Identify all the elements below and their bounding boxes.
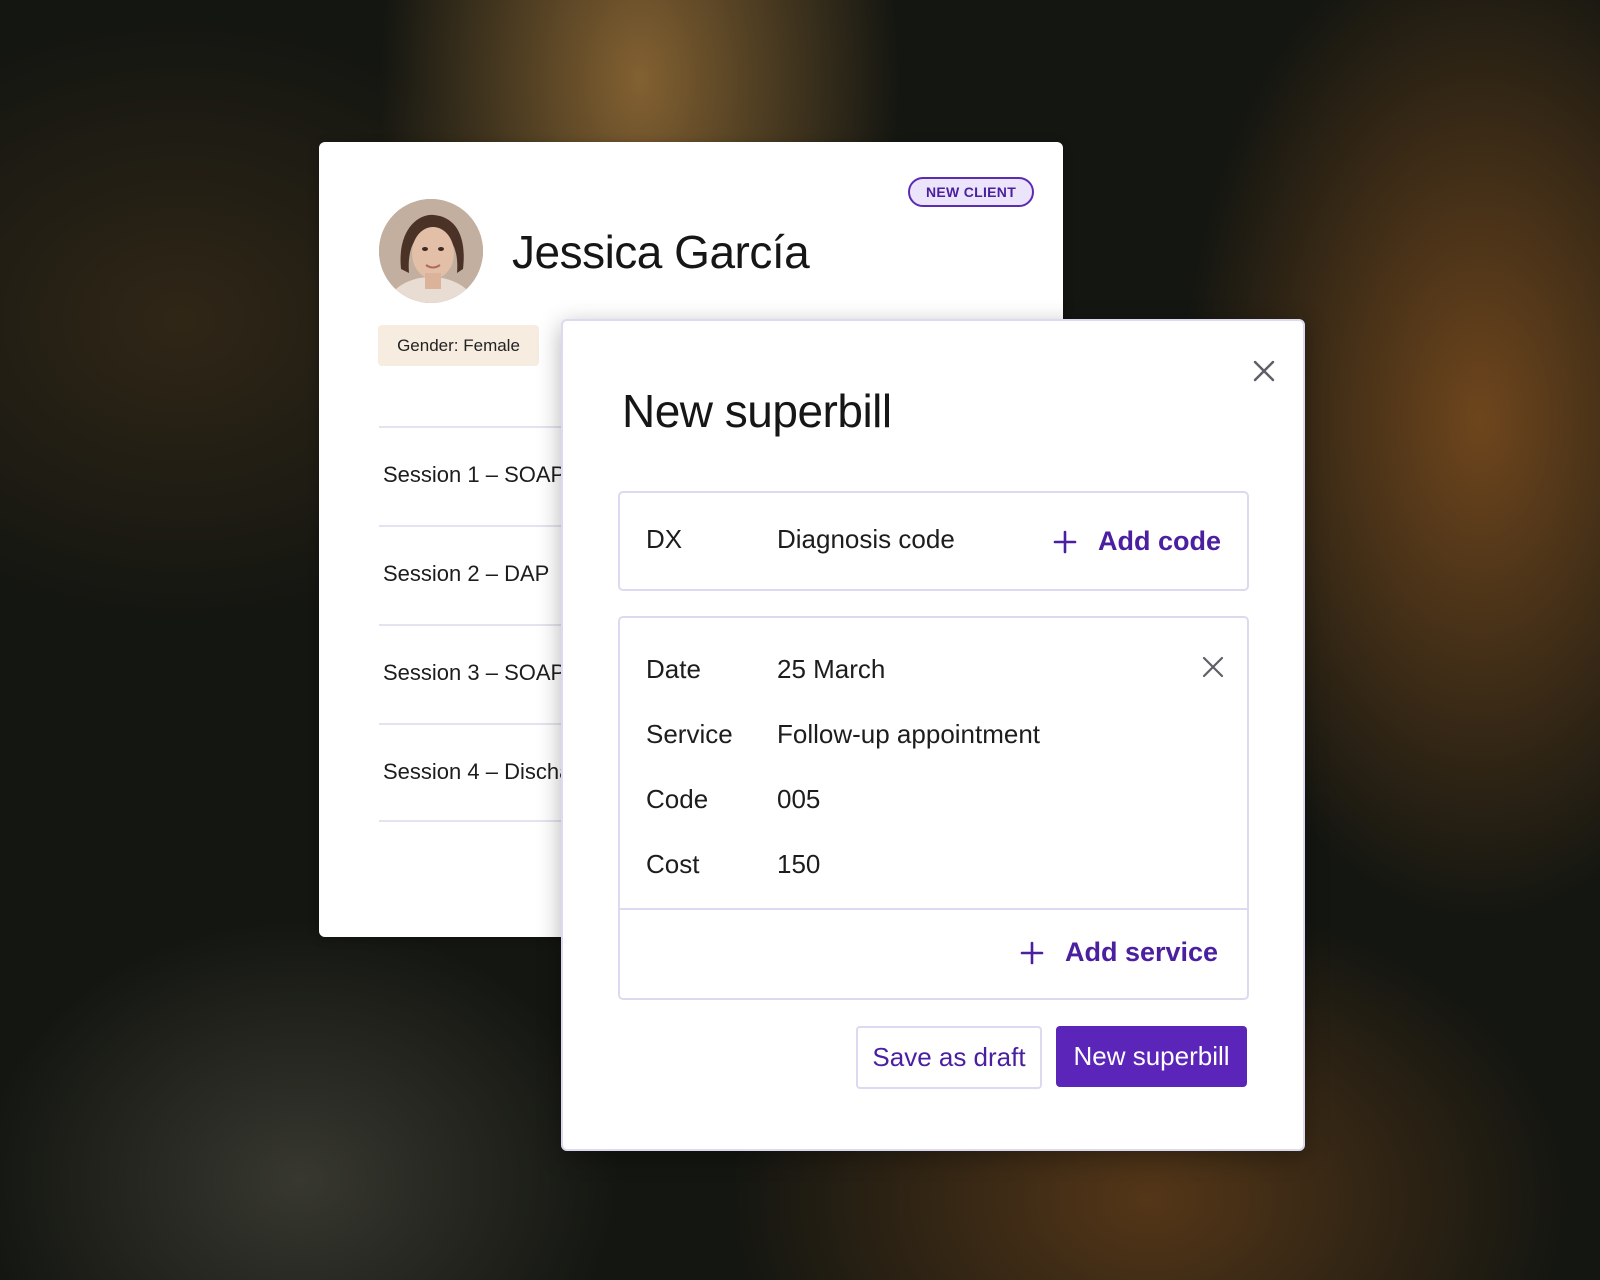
client-name: Jessica García (512, 226, 810, 278)
gender-tag: Gender: Female (378, 325, 539, 366)
new-superbill-button[interactable]: New superbill (1056, 1026, 1247, 1087)
modal-title: New superbill (622, 385, 892, 437)
service-section: Date 25 March Service Follow-up appointm… (618, 616, 1249, 1000)
service-value[interactable]: Follow-up appointment (777, 719, 1040, 750)
diagnosis-code-field[interactable]: Diagnosis code (777, 524, 955, 555)
plus-icon[interactable] (1053, 530, 1077, 554)
code-value[interactable]: 005 (777, 784, 820, 815)
client-avatar (379, 199, 483, 303)
diagnosis-section: DX Diagnosis code Add code (618, 491, 1249, 591)
code-label: Code (646, 784, 709, 814)
divider (620, 908, 1247, 910)
dx-label: DX (646, 524, 683, 554)
new-superbill-modal: New superbill DX Diagnosis code Add code… (561, 319, 1305, 1151)
cost-label: Cost (646, 849, 700, 879)
plus-icon[interactable] (1020, 941, 1044, 965)
service-label: Service (646, 719, 733, 749)
add-code-button[interactable]: Add code (1098, 526, 1221, 557)
close-icon[interactable] (1200, 654, 1226, 680)
cost-value[interactable]: 150 (777, 849, 820, 880)
date-value[interactable]: 25 March (777, 654, 885, 685)
date-label: Date (646, 654, 701, 684)
new-client-badge: NEW CLIENT (908, 177, 1034, 207)
close-icon[interactable] (1250, 357, 1278, 385)
save-as-draft-button[interactable]: Save as draft (856, 1026, 1042, 1089)
add-service-button[interactable]: Add service (1065, 937, 1218, 968)
